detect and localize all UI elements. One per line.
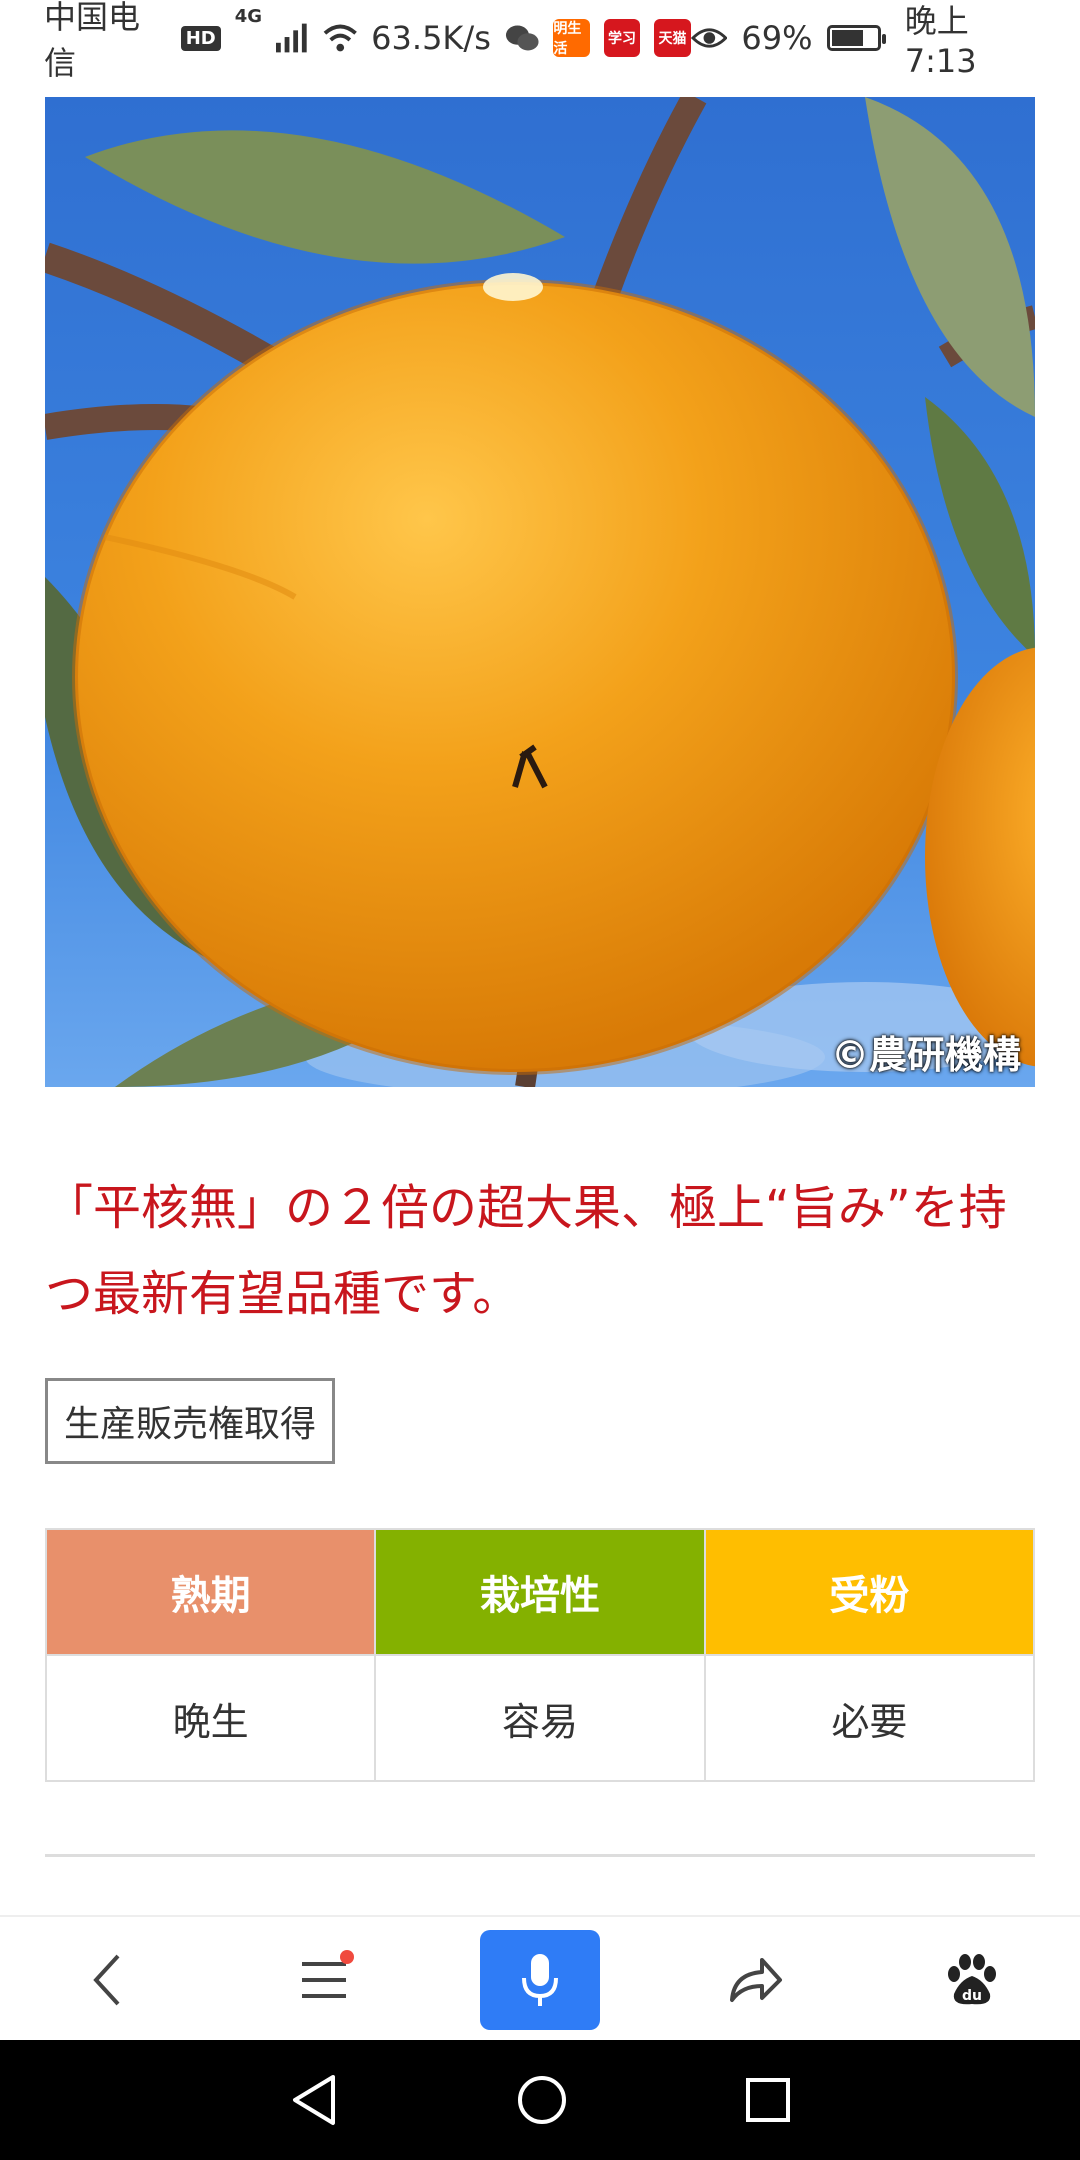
- menu-button[interactable]: [264, 1930, 384, 2030]
- app-badge-icon: 学习: [603, 19, 641, 57]
- table-row: 晩生 容易 必要: [44, 1654, 1036, 1782]
- nav-back-icon[interactable]: [289, 2073, 339, 2127]
- header-ripening: 熟期: [44, 1528, 377, 1656]
- status-bar: 中国电信 HD 4G 63.5K/s 明生活 学习 天猫 69% 晚上7:13: [0, 0, 1080, 82]
- copyright-text: ©農研機構: [830, 1033, 1021, 1077]
- back-button[interactable]: [48, 1930, 168, 2030]
- persimmon-photo: ©農研機構: [45, 97, 1035, 1087]
- menu-icon: [302, 1961, 346, 1998]
- eye-icon: [690, 28, 728, 48]
- value-pollination: 必要: [703, 1654, 1036, 1782]
- system-nav-bar: [0, 2040, 1080, 2160]
- wechat-icon: [505, 25, 539, 51]
- table-header-row: 熟期 栽培性 受粉: [44, 1528, 1036, 1656]
- divider: [45, 1854, 1035, 1857]
- nav-home-icon[interactable]: [516, 2074, 568, 2126]
- network-speed: 63.5K/s: [371, 19, 491, 57]
- rights-tag: 生産販売権取得: [45, 1378, 336, 1464]
- persimmon-illustration: [45, 97, 1035, 1087]
- baidu-button[interactable]: du: [912, 1930, 1032, 2030]
- microphone-icon: [522, 1953, 558, 2006]
- headline: 「平核無」の２倍の超大果、極上“旨み”を持つ最新有望品種です。: [45, 1180, 1007, 1322]
- baidu-paw-icon: du: [948, 1953, 996, 2004]
- voice-search-button[interactable]: [480, 1929, 600, 2030]
- hd-icon: HD: [180, 25, 221, 51]
- clock: 晚上7:13: [904, 2, 977, 80]
- svg-text:du: du: [962, 1988, 982, 2004]
- header-pollination: 受粉: [703, 1528, 1036, 1656]
- nav-recents-icon[interactable]: [745, 2077, 791, 2123]
- share-button[interactable]: [696, 1930, 816, 2030]
- carrier-label: 中国电信: [44, 0, 141, 82]
- value-ripening: 晩生: [44, 1654, 377, 1782]
- notification-dot: [340, 1949, 354, 1964]
- spec-table: 熟期 栽培性 受粉 晩生 容易 必要: [44, 1528, 1036, 1782]
- network-type: 4G: [234, 6, 263, 27]
- battery-percent: 69%: [741, 19, 813, 57]
- header-cultivation: 栽培性: [374, 1528, 706, 1656]
- chevron-left-icon: [93, 1954, 120, 2005]
- battery-icon: [826, 25, 887, 51]
- value-cultivation: 容易: [374, 1654, 706, 1782]
- signal-icon: [276, 23, 307, 53]
- app-badge-icon: 明生活: [553, 19, 590, 57]
- share-arrow-icon: [730, 1957, 782, 2002]
- wifi-icon: [323, 24, 357, 52]
- app-badge-icon: 天猫: [654, 19, 691, 57]
- browser-toolbar: du: [0, 1915, 1080, 2042]
